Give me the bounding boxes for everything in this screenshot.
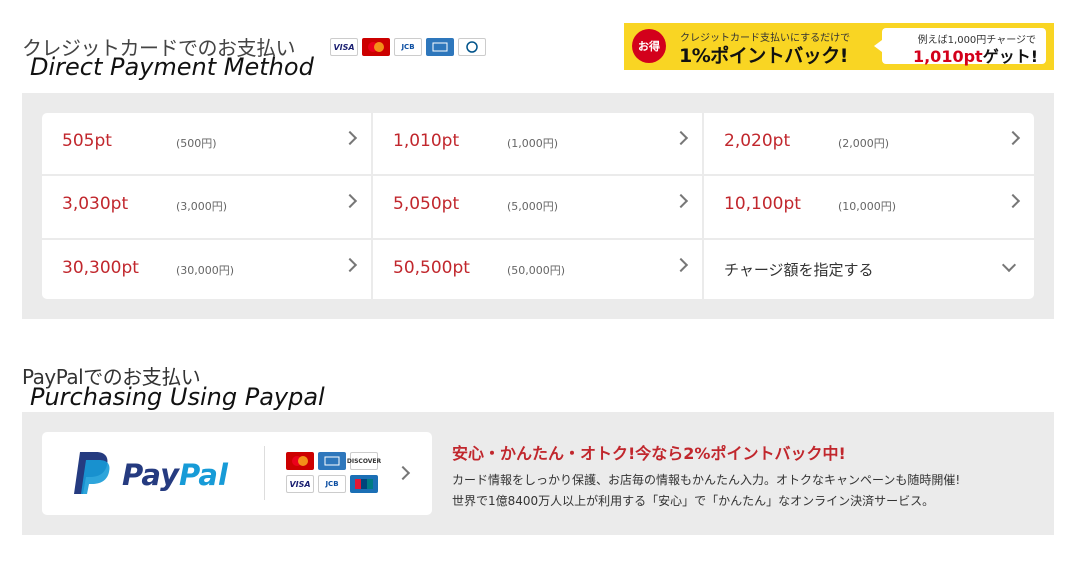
paypal-description-line: カード情報をしっかり保護、お店毎の情報もかんたん入力。オトクなキャンペーンも随時…: [452, 473, 961, 487]
custom-amount-label: チャージ額を指定する: [724, 261, 874, 279]
visa-logo: VISA: [330, 38, 358, 56]
amount-yen: (1,000円): [507, 137, 559, 150]
chevron-right-icon: [673, 193, 689, 209]
amount-points: 2,020pt: [724, 131, 791, 151]
chevron-right-icon: [673, 257, 689, 273]
paypal-description: カード情報をしっかり保護、お店毎の情報もかんたん入力。オトクなキャンペーンも随時…: [452, 470, 960, 512]
promo-example-bubble: 例えば1,000円チャージで 1,010ptゲット!: [874, 28, 1046, 67]
chevron-right-icon: [1005, 193, 1021, 209]
amex-logo: [318, 452, 346, 470]
amount-yen: (5,000円): [507, 200, 559, 213]
amex-logo: [426, 38, 454, 56]
amount-points: 505pt: [62, 131, 112, 151]
chevron-right-icon: [342, 130, 358, 146]
amount-yen: (500円): [176, 137, 217, 150]
paypal-description-line: 世界で1億8400万人以上が利用する「安心」で「かんたん」なオンライン決済サービ…: [452, 494, 935, 508]
point-back-promo-banner: お得 クレジットカード支払いにするだけで 1%ポイントバック! 例えば1,000…: [624, 23, 1054, 70]
chevron-right-icon: [673, 130, 689, 146]
paypal-wordmark: PayPal: [122, 458, 228, 492]
amount-option-2020[interactable]: 2,020pt (2,000円): [704, 113, 1034, 174]
amount-yen: (30,000円): [176, 264, 235, 277]
chevron-right-icon: [342, 257, 358, 273]
mastercard-logo: [362, 38, 390, 56]
amount-option-30300[interactable]: 30,300pt (30,000円): [42, 240, 371, 299]
promo-example-suffix: ゲット!: [982, 47, 1038, 66]
amount-points: 5,050pt: [393, 194, 460, 214]
discover-logo: DISCOVER: [347, 452, 381, 470]
promo-example-points: 1,010pt: [912, 47, 983, 66]
amount-points: 10,100pt: [724, 194, 801, 214]
amount-option-10100[interactable]: 10,100pt (10,000円): [704, 176, 1034, 238]
amount-points: 30,300pt: [62, 258, 139, 278]
amount-option-5050[interactable]: 5,050pt (5,000円): [373, 176, 702, 238]
paypal-panel: PayPal DISCOVER VISA JCB 安心・かんたん・オトク!今なら…: [22, 412, 1054, 535]
unionpay-logo: [350, 475, 378, 493]
divider: [264, 446, 265, 500]
chevron-right-icon: [1005, 130, 1021, 146]
paypal-wordmark-pay: Pay: [122, 458, 179, 492]
amount-points: 1,010pt: [393, 131, 460, 151]
amount-option-1010[interactable]: 1,010pt (1,000円): [373, 113, 702, 174]
jcb-logo: JCB: [318, 475, 346, 493]
amount-option-3030[interactable]: 3,030pt (3,000円): [42, 176, 371, 238]
deal-badge: お得: [632, 29, 666, 63]
jcb-logo: JCB: [394, 38, 422, 56]
paypal-card-logos: DISCOVER VISA JCB: [286, 452, 382, 493]
charge-amount-panel: 505pt (500円) 1,010pt (1,000円) 2,020pt (2…: [22, 93, 1054, 319]
credit-card-logos: VISA JCB: [330, 38, 486, 56]
promo-headline: 1%ポイントバック!: [679, 45, 848, 67]
custom-amount-dropdown[interactable]: チャージ額を指定する: [704, 240, 1034, 299]
chevron-down-icon: [1001, 257, 1017, 273]
amount-points: 50,500pt: [393, 258, 470, 278]
paypal-section-subtitle: Purchasing Using Paypal: [30, 383, 325, 411]
amount-yen: (10,000円): [838, 200, 897, 213]
paypal-p-icon: [74, 452, 110, 494]
diners-logo: [458, 38, 486, 56]
amount-yen: (50,000円): [507, 264, 566, 277]
amount-option-50500[interactable]: 50,500pt (50,000円): [373, 240, 702, 299]
paypal-promo-headline: 安心・かんたん・オトク!今なら2%ポイントバック中!: [452, 444, 846, 463]
promo-example-result: 1,010ptゲット!: [913, 43, 1038, 67]
mastercard-logo: [286, 452, 314, 470]
amount-yen: (3,000円): [176, 200, 228, 213]
credit-card-section-subtitle: Direct Payment Method: [30, 53, 314, 81]
paypal-button[interactable]: PayPal DISCOVER VISA JCB: [42, 432, 432, 515]
paypal-wordmark-pal: Pal: [178, 458, 228, 492]
chevron-right-icon: [395, 465, 411, 481]
amount-points: 3,030pt: [62, 194, 129, 214]
amount-option-505[interactable]: 505pt (500円): [42, 113, 371, 174]
amount-yen: (2,000円): [838, 137, 890, 150]
charge-amount-grid: 505pt (500円) 1,010pt (1,000円) 2,020pt (2…: [42, 113, 1034, 299]
chevron-right-icon: [342, 193, 358, 209]
visa-logo: VISA: [286, 475, 314, 493]
